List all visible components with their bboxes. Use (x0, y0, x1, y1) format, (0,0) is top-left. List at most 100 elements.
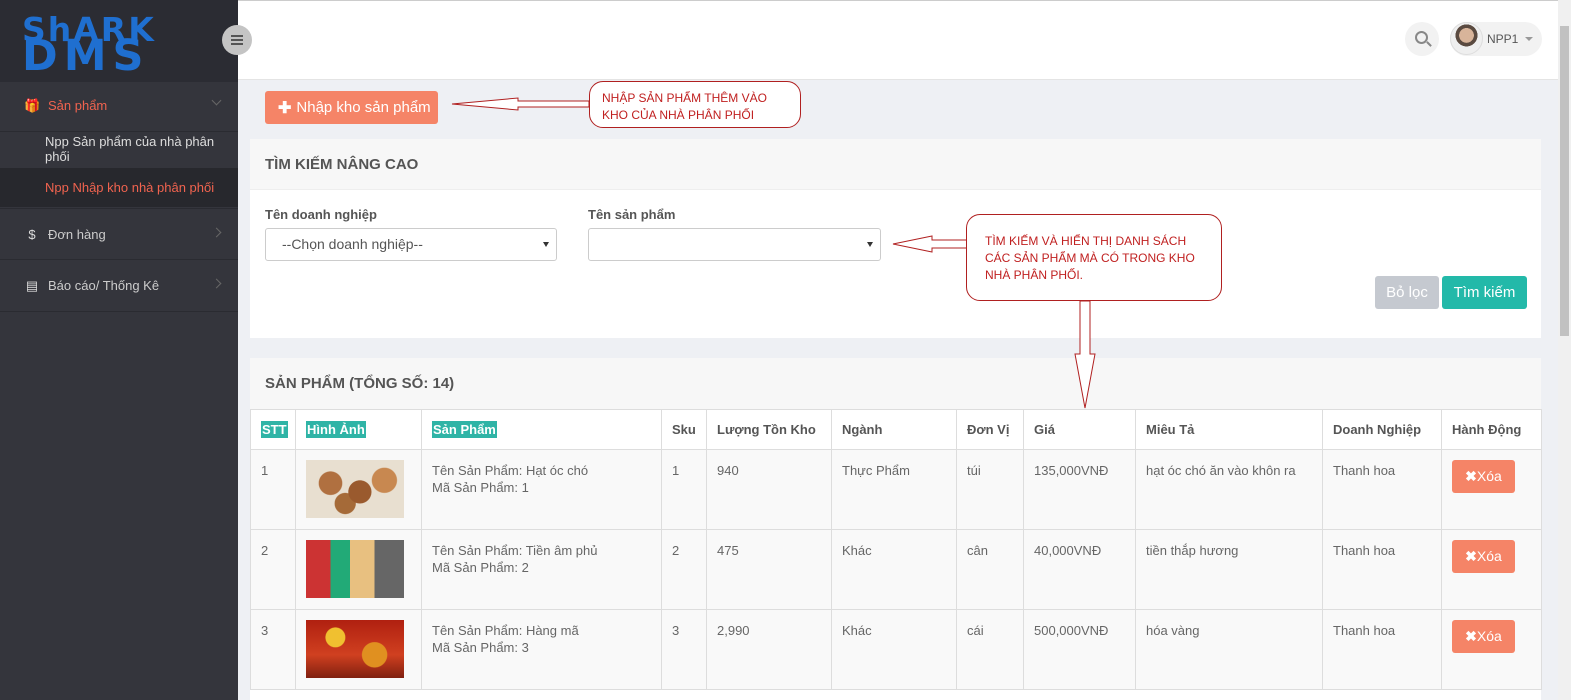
cell-product: Tên Sản Phẩm: Hàng mã Mã Sản Phẩm: 3 (421, 609, 662, 690)
arrow-to-add-button (451, 97, 590, 111)
delete-button[interactable]: ✖Xóa (1452, 460, 1515, 493)
sidebar-item-label: Đơn hàng (48, 226, 106, 242)
product-code: Mã Sản Phẩm: 3 (432, 640, 529, 655)
product-image (306, 540, 404, 598)
sidebar-item-reports[interactable]: ▤ Báo cáo/ Thống Kê (0, 260, 238, 312)
caret-down-icon[interactable] (1525, 37, 1533, 41)
column-header[interactable]: Hình Ảnh (295, 409, 422, 450)
cell-price: 40,000VNĐ (1023, 529, 1136, 610)
cell-description: tiền thắp hương (1135, 529, 1323, 610)
import-product-label: Nhập kho sản phẩm (296, 99, 431, 116)
cell-product: Tên Sản Phẩm: Hạt óc chó Mã Sản Phẩm: 1 (421, 449, 662, 530)
column-header[interactable]: Sku (661, 409, 707, 450)
menu-icon (231, 39, 243, 41)
cell-description: hạt óc chó ăn vào khôn ra (1135, 449, 1323, 530)
cell-price: 135,000VNĐ (1023, 449, 1136, 530)
column-header[interactable]: Sản Phẩm (421, 409, 662, 450)
cell-company: Thanh hoa (1322, 449, 1442, 530)
delete-button[interactable]: ✖Xóa (1452, 620, 1515, 653)
cell-unit: cái (956, 609, 1024, 690)
avatar[interactable] (1450, 22, 1483, 55)
report-icon: ▤ (25, 277, 39, 293)
advanced-search-header (250, 139, 1541, 190)
product-image (306, 620, 404, 678)
cell-unit: cân (956, 529, 1024, 610)
delete-button[interactable]: ✖Xóa (1452, 540, 1515, 573)
cell-image (295, 609, 422, 690)
sidebar-item-products[interactable]: 🎁 Sản phẩm (0, 80, 238, 132)
column-header[interactable]: Lượng Tồn Kho (706, 409, 832, 450)
column-header[interactable]: Hành Động (1441, 409, 1542, 450)
callout-line: NHÀ PHÂN PHỐI. (985, 268, 1084, 282)
product-name: Tên Sản Phẩm: Hàng mã (432, 623, 579, 638)
cell-description: hóa vàng (1135, 609, 1323, 690)
sidebar-item-orders[interactable]: $ Đơn hàng (0, 208, 238, 260)
cell-stock: 475 (706, 529, 832, 610)
product-label: Tên sản phẩm (588, 207, 676, 222)
reset-filter-button[interactable]: Bỏ lọc (1375, 276, 1439, 309)
cell-category: Khác (831, 609, 957, 690)
column-header[interactable]: Doanh Nghiệp (1322, 409, 1442, 450)
close-icon: ✖ (1465, 468, 1477, 484)
company-select-value: --Chọn doanh nghiệp-- (282, 236, 423, 252)
sidebar-item-label: Sản phẩm (48, 98, 108, 113)
cell-stt: 1 (250, 449, 296, 530)
callout-line: CÁC SẢN PHẨM MÀ CÓ TRONG KHO (985, 251, 1195, 265)
sidebar-item-label: Báo cáo/ Thống Kê (48, 278, 160, 293)
sidebar-subitem-distributor-import[interactable]: Npp Nhập kho nhà phân phối (0, 168, 238, 207)
cell-unit: túi (956, 449, 1024, 530)
product-image (306, 460, 404, 518)
close-icon: ✖ (1465, 548, 1477, 564)
cell-product: Tên Sản Phẩm: Tiền âm phủ Mã Sản Phẩm: 2 (421, 529, 662, 610)
table-row: 1 Tên Sản Phẩm: Hạt óc chó Mã Sản Phẩm: 1… (250, 449, 1542, 530)
caret-down-icon (867, 242, 873, 247)
import-product-button[interactable]: ✚ Nhập kho sản phẩm (265, 91, 438, 124)
column-header[interactable]: Giá (1023, 409, 1136, 450)
cell-action: ✖Xóa (1441, 449, 1542, 530)
top-header (238, 0, 1558, 80)
cell-company: Thanh hoa (1322, 609, 1442, 690)
column-header[interactable]: Ngành (831, 409, 957, 450)
company-select[interactable]: --Chọn doanh nghiệp-- (265, 228, 557, 261)
column-header[interactable]: Miêu Tả (1135, 409, 1323, 450)
cell-category: Thực Phẩm (831, 449, 957, 530)
sidebar-toggle-button[interactable] (222, 25, 252, 55)
scrollbar-thumb[interactable] (1560, 26, 1569, 336)
sidebar-subitem-label: Npp Sản phẩm của nhà phân phối (45, 133, 215, 164)
cell-image (295, 529, 422, 610)
search-button[interactable]: Tìm kiếm (1442, 276, 1527, 309)
cell-stt: 2 (250, 529, 296, 610)
product-select[interactable] (588, 228, 881, 261)
logo[interactable]: ShARK DMS (0, 0, 238, 82)
callout-line: NHẬP SẢN PHẨM THÊM VÀO (602, 91, 767, 105)
cell-stock: 2,990 (706, 609, 832, 690)
sidebar-subitem-distributor-products[interactable]: Npp Sản phẩm của nhà phân phối (0, 129, 238, 168)
search-icon[interactable] (1405, 22, 1439, 56)
table-header-row: STT Hình Ảnh Sản Phẩm Sku Lượng Tồn Kho … (250, 409, 1542, 450)
logo-text: ShARK DMS (22, 13, 156, 78)
table-row: 2 Tên Sản Phẩm: Tiền âm phủ Mã Sản Phẩm: … (250, 529, 1542, 610)
product-code: Mã Sản Phẩm: 2 (432, 560, 529, 575)
cell-action: ✖Xóa (1441, 609, 1542, 690)
close-icon: ✖ (1465, 628, 1477, 644)
callout-import-note: NHẬP SẢN PHẨM THÊM VÀO KHO CỦA NHÀ PHÂN … (589, 81, 801, 128)
table-row: 3 Tên Sản Phẩm: Hàng mã Mã Sản Phẩm: 3 3 … (250, 609, 1542, 690)
cell-image (295, 449, 422, 530)
dollar-icon: $ (28, 226, 36, 242)
cell-category: Khác (831, 529, 957, 610)
gift-icon: 🎁 (24, 97, 41, 113)
user-name[interactable]: NPP1 (1487, 32, 1518, 46)
cell-company: Thanh hoa (1322, 529, 1442, 610)
callout-search-note: TÌM KIẾM VÀ HIỂN THỊ DANH SÁCH CÁC SẢN P… (966, 214, 1222, 301)
column-header[interactable]: STT (250, 409, 296, 450)
cell-stt: 3 (250, 609, 296, 690)
cell-action: ✖Xóa (1441, 529, 1542, 610)
chevron-down-icon (211, 95, 222, 106)
callout-line: KHO CỦA NHÀ PHÂN PHỐI (602, 108, 755, 122)
column-header[interactable]: Đơn Vị (956, 409, 1024, 450)
callout-line: TÌM KIẾM VÀ HIỂN THỊ DANH SÁCH (985, 234, 1187, 248)
plus-icon: ✚ (278, 99, 292, 117)
cell-price: 500,000VNĐ (1023, 609, 1136, 690)
chevron-right-icon (211, 278, 222, 289)
advanced-search-title: TÌM KIẾM NÂNG CAO (265, 156, 419, 173)
